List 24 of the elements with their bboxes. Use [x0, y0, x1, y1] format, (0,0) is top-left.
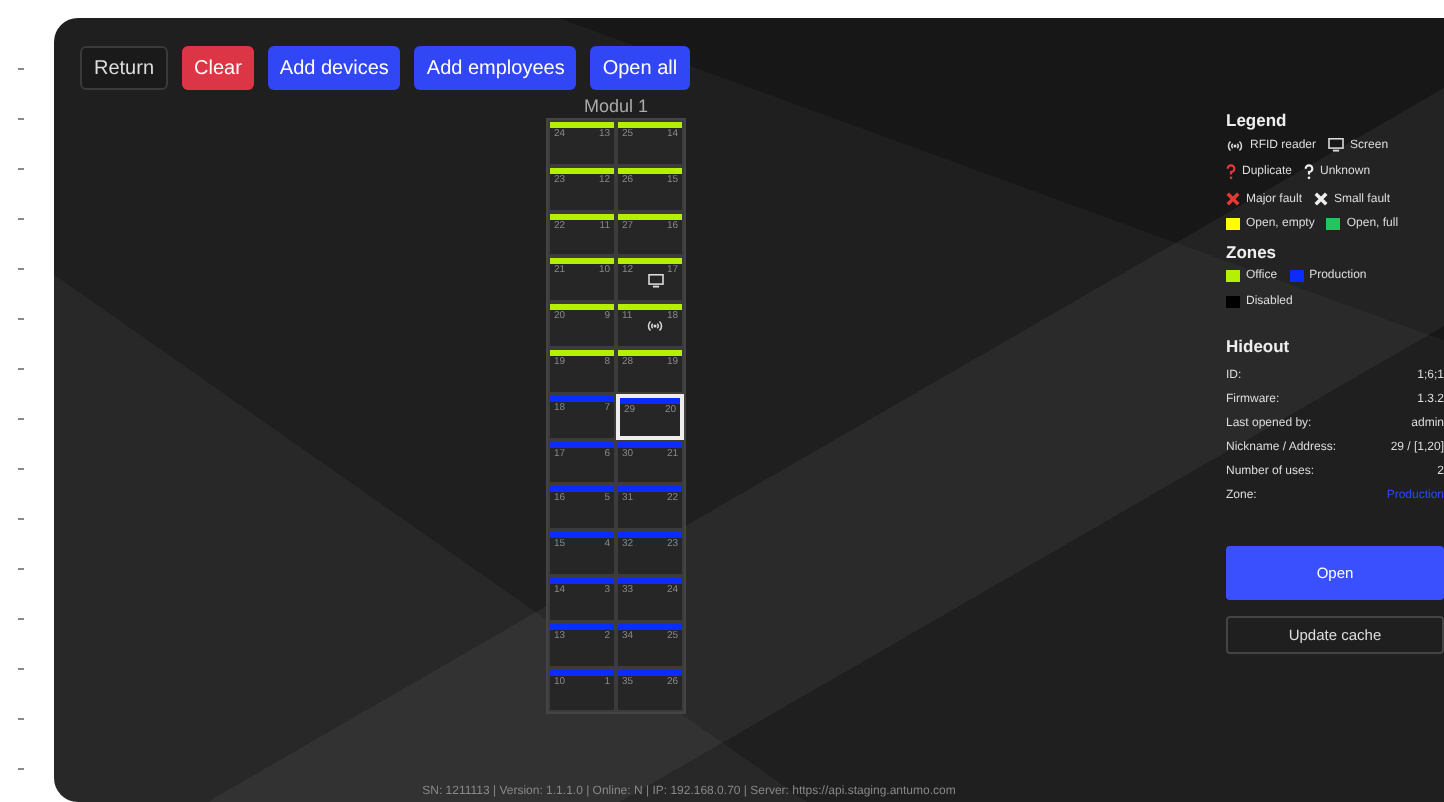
section-title: Zones — [1226, 242, 1279, 262]
tick-mark — [18, 418, 24, 420]
toolbar-button[interactable]: Return — [80, 46, 169, 90]
tick-mark — [18, 768, 24, 770]
clear-button[interactable]: Clear — [182, 46, 254, 90]
toolbar-button[interactable]: Open all — [590, 46, 690, 90]
toolbar-button[interactable]: Add devices — [267, 46, 401, 90]
tick-mark — [18, 118, 24, 120]
tick-mark — [18, 568, 24, 570]
section-title: Hideout — [1226, 336, 1292, 356]
tick-mark — [18, 318, 24, 320]
tick-mark — [18, 718, 24, 720]
tick-mark — [18, 518, 24, 520]
tick-mark — [18, 618, 24, 620]
tick-mark — [18, 68, 24, 70]
section-title: Legend — [1226, 110, 1289, 130]
tick-mark — [18, 268, 24, 270]
toolbar-button[interactable]: Add employees — [414, 46, 577, 90]
tick-mark — [18, 668, 24, 670]
tick-mark — [18, 468, 24, 470]
tick-mark — [18, 368, 24, 370]
tick-mark — [18, 218, 24, 220]
tick-mark — [18, 168, 24, 170]
module-title: Modul 1 — [583, 96, 649, 118]
